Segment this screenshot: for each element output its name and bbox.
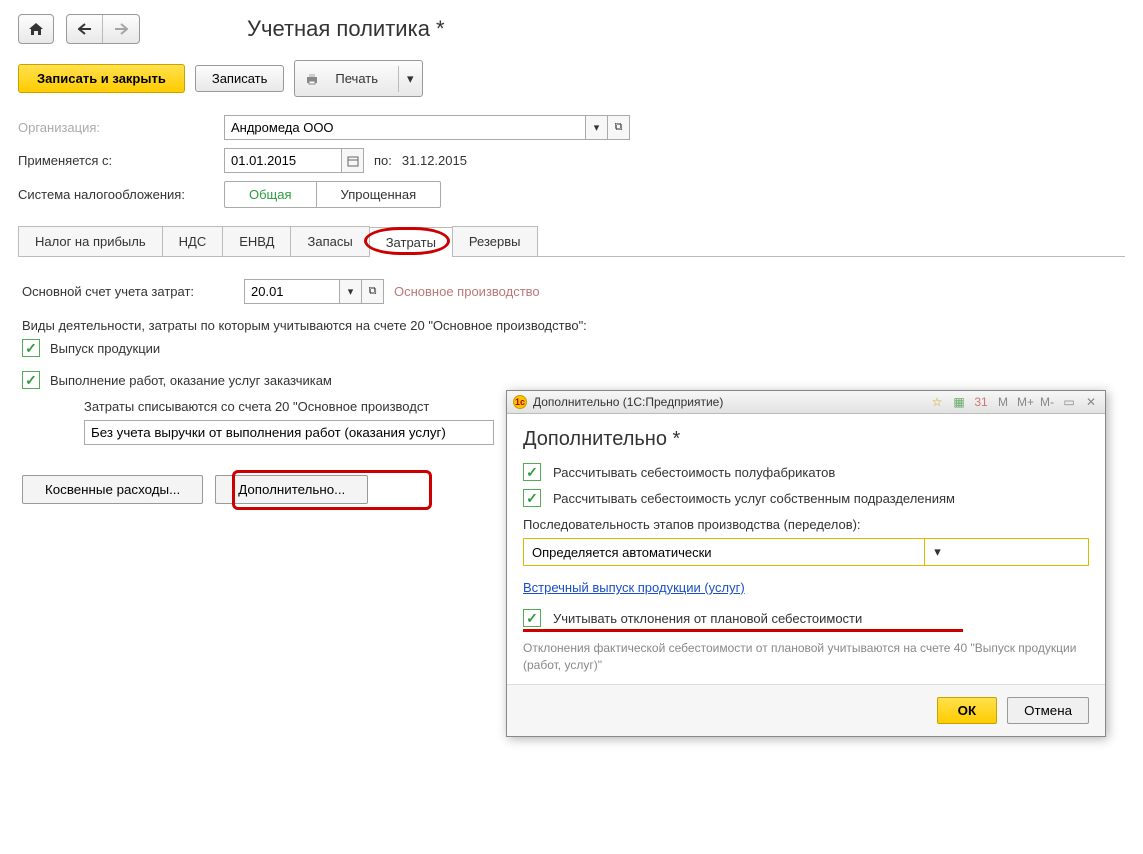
tab-costs[interactable]: Затраты: [369, 227, 453, 257]
ok-button[interactable]: ОК: [937, 697, 998, 724]
print-button[interactable]: Печать ▾: [294, 60, 422, 97]
activities-label: Виды деятельности, затраты по которым уч…: [22, 318, 587, 333]
arrow-left-icon: [78, 23, 92, 35]
checkbox-output[interactable]: ✓: [22, 339, 40, 357]
tab-envd[interactable]: ЕНВД: [222, 226, 291, 256]
org-dropdown[interactable]: ▾: [585, 116, 607, 139]
checkbox-deviation[interactable]: ✓: [523, 609, 541, 627]
checkbox-internal-label: Рассчитывать себестоимость услуг собстве…: [553, 491, 955, 506]
tab-vat[interactable]: НДС: [162, 226, 224, 256]
tax-common-option[interactable]: Общая: [225, 182, 317, 207]
memory-mplus-button[interactable]: M+: [1017, 395, 1033, 409]
app-logo-icon: 1c: [513, 395, 527, 409]
sequence-label: Последовательность этапов производства (…: [523, 517, 1089, 532]
tab-inventory[interactable]: Запасы: [290, 226, 369, 256]
print-dropdown[interactable]: ▾: [398, 66, 422, 92]
memory-m-button[interactable]: M: [995, 395, 1011, 409]
account-name: Основное производство: [394, 284, 540, 299]
home-button[interactable]: [18, 14, 54, 44]
checkbox-deviation-label: Учитывать отклонения от плановой себесто…: [553, 611, 862, 626]
tab-reserves[interactable]: Резервы: [452, 226, 538, 256]
page-title: Учетная политика *: [247, 16, 445, 42]
tax-simple-option[interactable]: Упрощенная: [317, 182, 441, 207]
save-button[interactable]: Записать: [195, 65, 285, 92]
minimize-button[interactable]: ▭: [1061, 395, 1077, 409]
back-button[interactable]: [67, 15, 103, 43]
account-label: Основной счет учета затрат:: [22, 284, 234, 299]
checkbox-semi-label: Рассчитывать себестоимость полуфабрикато…: [553, 465, 835, 480]
arrow-right-icon: [114, 23, 128, 35]
tax-label: Система налогообложения:: [18, 187, 214, 202]
calendar-icon[interactable]: 31: [973, 395, 989, 409]
applies-label: Применяется с:: [18, 153, 214, 168]
save-close-button[interactable]: Записать и закрыть: [18, 64, 185, 93]
counter-output-link[interactable]: Встречный выпуск продукции (услуг): [523, 580, 745, 595]
date-to: 31.12.2015: [402, 153, 467, 168]
printer-icon: [305, 73, 319, 85]
date-picker[interactable]: [341, 149, 363, 172]
checkbox-services[interactable]: ✓: [22, 371, 40, 389]
date-from-input[interactable]: [225, 149, 341, 172]
modal-window-title: Дополнительно (1С:Предприятие): [533, 395, 723, 409]
sequence-select[interactable]: [524, 540, 924, 565]
account-input[interactable]: [245, 280, 339, 303]
org-open[interactable]: ⧉: [607, 116, 629, 139]
checkbox-services-label: Выполнение работ, оказание услуг заказчи…: [50, 373, 332, 388]
forward-button[interactable]: [103, 15, 139, 43]
checkbox-semi[interactable]: ✓: [523, 463, 541, 481]
deviation-hint: Отклонения фактической себестоимости от …: [523, 640, 1089, 674]
org-input[interactable]: [225, 116, 585, 139]
calendar-icon: [347, 155, 359, 167]
writeoff-input[interactable]: [84, 420, 494, 445]
close-button[interactable]: ✕: [1083, 395, 1099, 409]
account-dropdown[interactable]: ▾: [339, 280, 361, 303]
additional-button[interactable]: Дополнительно...: [215, 475, 368, 504]
modal-heading: Дополнительно *: [523, 428, 1089, 451]
checkbox-output-label: Выпуск продукции: [50, 341, 160, 356]
cancel-button[interactable]: Отмена: [1007, 697, 1089, 724]
additional-dialog: 1c Дополнительно (1С:Предприятие) ☆ ▦ 31…: [506, 390, 1106, 737]
calculator-icon[interactable]: ▦: [951, 395, 967, 409]
sequence-dropdown[interactable]: ▾: [924, 539, 950, 565]
checkbox-internal[interactable]: ✓: [523, 489, 541, 507]
org-label: Организация:: [18, 120, 214, 135]
account-open[interactable]: ⧉: [361, 280, 383, 303]
memory-mminus-button[interactable]: M-: [1039, 395, 1055, 409]
tab-profit-tax[interactable]: Налог на прибыль: [18, 226, 163, 256]
home-icon: [28, 22, 44, 36]
favorite-icon[interactable]: ☆: [929, 395, 945, 409]
indirect-costs-button[interactable]: Косвенные расходы...: [22, 475, 203, 504]
date-sep: по:: [374, 153, 392, 168]
